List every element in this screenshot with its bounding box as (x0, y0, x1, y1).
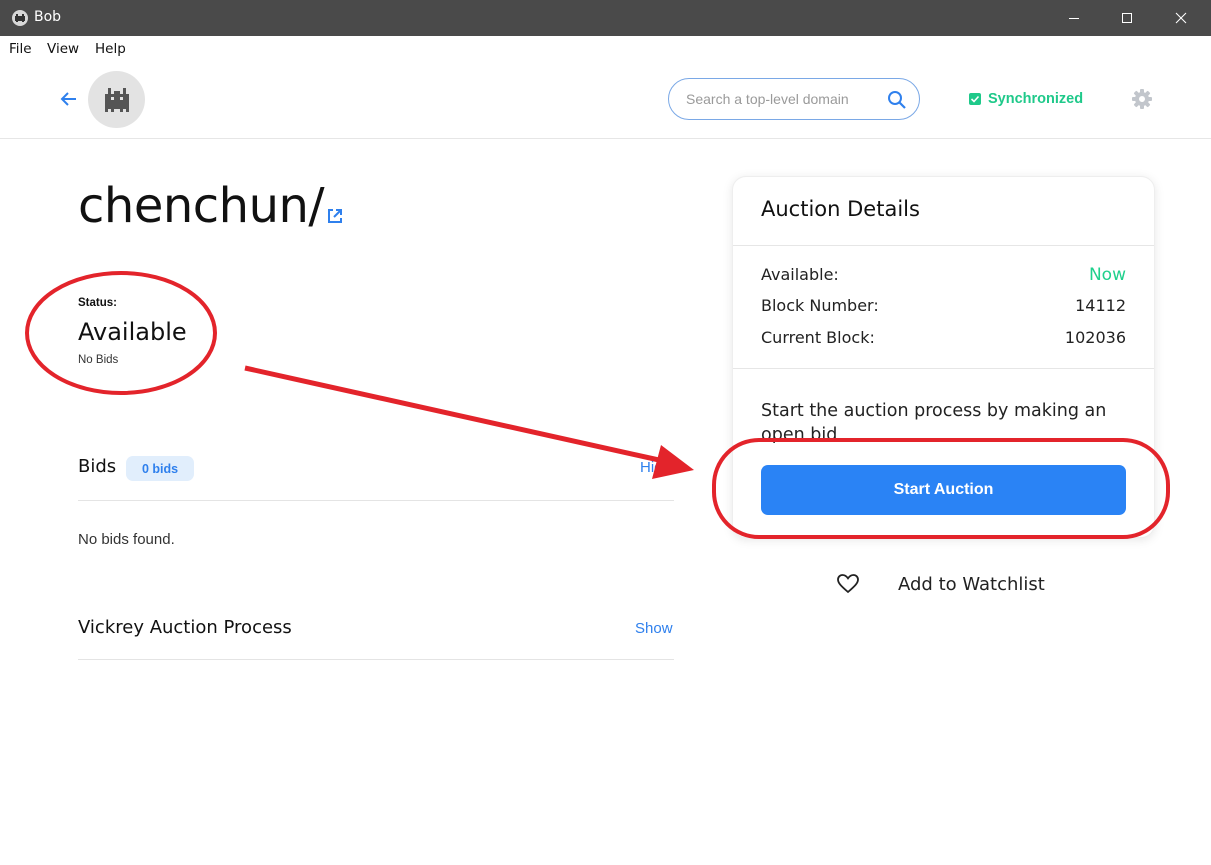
minimize-icon[interactable] (1051, 0, 1097, 36)
heart-icon (836, 572, 860, 596)
annotation-arrow-line (244, 365, 669, 465)
divider (733, 245, 1154, 246)
detail-value: 102036 (1064, 328, 1126, 347)
status-label: Status: (78, 297, 117, 309)
search-icon[interactable] (887, 90, 907, 110)
bids-toggle-link[interactable]: Hid (640, 459, 663, 476)
app-header: Synchronized (0, 61, 1211, 139)
external-link-icon[interactable] (326, 207, 344, 225)
menu-view[interactable]: View (47, 41, 79, 57)
gear-icon[interactable] (1131, 88, 1153, 110)
start-auction-button[interactable]: Start Auction (761, 465, 1126, 515)
check-icon (969, 93, 981, 105)
status-subtext: No Bids (78, 354, 119, 366)
card-title: Auction Details (761, 197, 920, 221)
sync-label: Synchronized (988, 91, 1084, 107)
status-value: Available (78, 318, 187, 346)
detail-value: Now (1088, 265, 1126, 285)
auction-description: Start the auction process by making an o… (761, 401, 1107, 443)
divider (78, 659, 674, 660)
sync-status: Synchronized (969, 90, 1083, 108)
detail-key: Block Number: (761, 296, 879, 315)
page-title: chenchun/ (78, 178, 325, 234)
bids-empty-message: No bids found. (78, 531, 175, 548)
search-box (668, 78, 920, 120)
bids-heading: Bids (78, 456, 117, 477)
detail-value: 14112 (1075, 296, 1126, 315)
avatar-icon (105, 88, 129, 112)
detail-row-current-block: Current Block: 102036 (761, 328, 1126, 350)
watchlist-label: Add to Watchlist (898, 573, 1045, 595)
auction-details-card: Auction Details Available: Now Block Num… (732, 176, 1155, 538)
back-arrow-icon[interactable] (58, 88, 80, 110)
window-title: Bob (34, 9, 62, 25)
detail-row-block-number: Block Number: 14112 (761, 296, 1126, 318)
menu-file[interactable]: File (9, 41, 32, 57)
maximize-icon[interactable] (1104, 0, 1150, 36)
detail-key: Current Block: (761, 328, 875, 347)
window-titlebar: Bob (0, 0, 1211, 36)
avatar[interactable] (88, 71, 145, 128)
menu-help[interactable]: Help (95, 41, 126, 57)
detail-key: Available: (761, 265, 839, 284)
divider (78, 500, 674, 501)
divider (733, 368, 1154, 369)
close-icon[interactable] (1158, 0, 1204, 36)
search-input[interactable] (686, 89, 876, 109)
menu-bar: File View Help (0, 36, 1211, 61)
app-icon (12, 10, 28, 26)
detail-row-available: Available: Now (761, 265, 1126, 287)
vickrey-heading: Vickrey Auction Process (78, 617, 292, 638)
bids-count-badge: 0 bids (126, 456, 194, 481)
vickrey-toggle-link[interactable]: Show (635, 620, 673, 637)
add-to-watchlist-button[interactable]: Add to Watchlist (836, 570, 1045, 598)
